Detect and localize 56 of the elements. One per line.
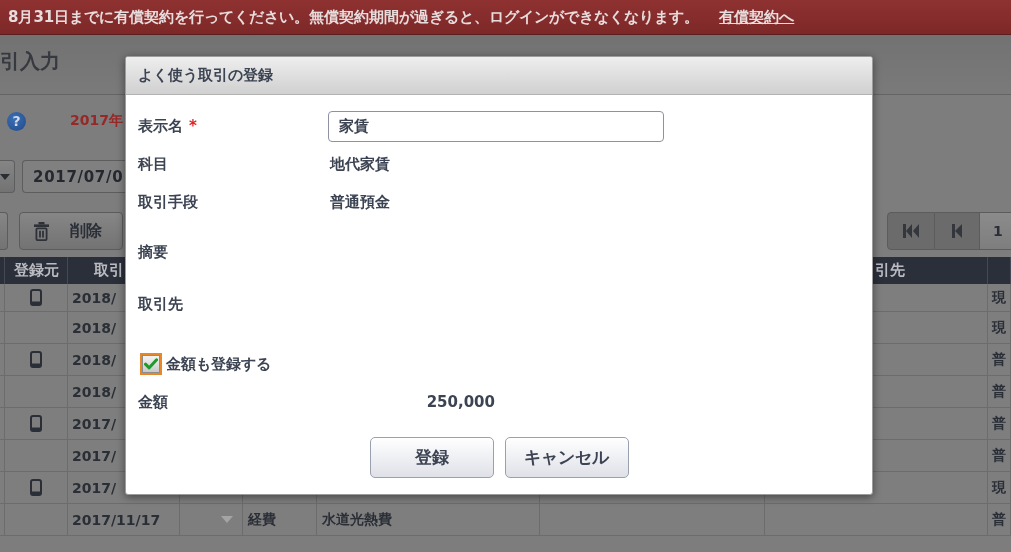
caret-icon xyxy=(0,173,10,180)
column-header[interactable]: 登録元 xyxy=(13,261,59,280)
payment-method-text: 現 xyxy=(992,288,1006,307)
category-text: 経費 xyxy=(248,510,276,529)
caret-icon xyxy=(221,516,233,523)
field-label: 摘要 xyxy=(138,242,168,262)
phone-icon xyxy=(30,351,42,368)
checkbox-label[interactable]: 金額も登録する xyxy=(166,354,271,374)
first-page-icon xyxy=(903,224,919,238)
upgrade-link[interactable]: 有償契約へ xyxy=(719,7,795,27)
date-text: 2017/ xyxy=(72,479,117,496)
check-icon xyxy=(144,358,158,370)
date-text: 2017/11/17 xyxy=(72,511,161,528)
cancel-button[interactable]: キャンセル xyxy=(504,437,629,478)
year-label: 2017年 xyxy=(70,112,123,130)
payment-method-text: 普 xyxy=(992,414,1006,433)
field-value: 地代家賃 xyxy=(330,154,390,174)
payment-method-text: 現 xyxy=(992,318,1006,337)
column-header[interactable]: 取引 xyxy=(94,261,124,280)
phone-icon xyxy=(30,415,42,432)
field-label: 金額 xyxy=(138,392,168,412)
phone-icon xyxy=(30,289,42,306)
notice-message: 8月31日までに有償契約を行ってください。無償契約期間が過ぎると、ログインができなくなります。 xyxy=(8,7,700,27)
date-text: 2018/ xyxy=(72,383,117,400)
checkbox[interactable] xyxy=(140,353,162,375)
field-label: 取引先 xyxy=(138,294,183,314)
date-text: 2018/ xyxy=(72,319,117,336)
payment-method-text: 普 xyxy=(992,446,1006,465)
column-header[interactable]: 引先 xyxy=(875,261,905,280)
date-text: 2017/ xyxy=(72,447,117,464)
required-mark: * xyxy=(189,117,197,135)
field-label: 科目 xyxy=(138,154,168,174)
field-label: 表示名 xyxy=(138,116,183,136)
trash-icon xyxy=(34,221,49,241)
field-label: 取引手段 xyxy=(138,192,198,212)
date-text: 2018/ xyxy=(72,351,117,368)
phone-icon xyxy=(30,479,42,496)
dialog-title: よく使う取引の登録 xyxy=(138,66,273,85)
field-value: 普通預金 xyxy=(330,192,390,212)
payment-method-text: 現 xyxy=(992,478,1006,497)
date-text: 2018/ xyxy=(72,289,117,306)
account-text: 水道光熱費 xyxy=(322,510,392,529)
page-title: 引入力 xyxy=(0,48,60,75)
page-number-button[interactable]: 1 xyxy=(980,212,1011,250)
help-button[interactable]: ? xyxy=(7,111,26,131)
date-text: 2017/ xyxy=(72,415,117,432)
register-button[interactable]: 登録 xyxy=(369,437,494,478)
toolbar-button[interactable] xyxy=(0,212,8,250)
amount-value: 250,000 xyxy=(425,393,495,411)
payment-method-text: 普 xyxy=(992,510,1006,529)
payment-method-text: 普 xyxy=(992,382,1006,401)
previous-page-icon xyxy=(952,224,962,238)
payment-method-text: 普 xyxy=(992,350,1006,369)
date-field[interactable]: 2017/07/0 xyxy=(22,160,125,193)
dropdown-button[interactable] xyxy=(0,160,15,193)
display-name-field[interactable]: 家賃 xyxy=(328,110,664,142)
